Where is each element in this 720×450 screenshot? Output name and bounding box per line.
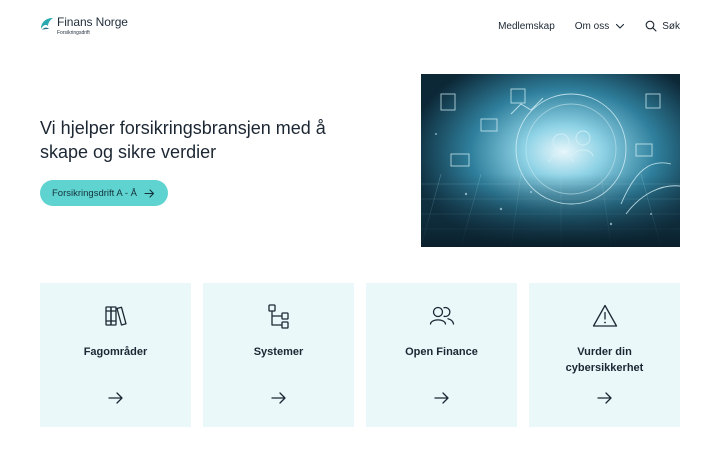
- logo-text: Finans Norge Forsikringsdrift: [57, 15, 128, 37]
- card-title: Open Finance: [405, 346, 478, 358]
- chevron-down-icon: [616, 23, 625, 29]
- logo[interactable]: Finans Norge Forsikringsdrift: [40, 16, 128, 36]
- nav-search[interactable]: Søk: [645, 20, 680, 32]
- hero-title: Vi hjelper forsikringsbransjen med å ska…: [40, 118, 326, 162]
- nav-medlemskap[interactable]: Medlemskap: [498, 21, 555, 32]
- nav-search-label: Søk: [662, 20, 680, 32]
- card-title: Systemer: [253, 346, 304, 358]
- arrow-right-icon: [270, 392, 286, 404]
- card-title: Fagområder: [83, 346, 148, 358]
- card-systemer[interactable]: Systemer: [203, 283, 354, 427]
- card-open-finance[interactable]: Open Finance: [366, 283, 517, 427]
- hierarchy-icon: [267, 304, 289, 329]
- hero-image: [421, 74, 680, 247]
- logo-name: Finans Norge: [57, 15, 128, 29]
- forsikringsdrift-a-a-button[interactable]: Forsikringsdrift A - Å: [40, 180, 168, 206]
- nav-medlemskap-label: Medlemskap: [498, 20, 555, 32]
- digital-hand-illustration: [421, 74, 680, 247]
- finans-norge-logo-icon: [41, 18, 53, 30]
- main-nav: Medlemskap Om oss Søk: [498, 18, 680, 34]
- nav-om-oss-label: Om oss: [574, 20, 610, 32]
- logo-subtitle: Forsikringsdrift: [57, 30, 90, 36]
- warning-icon: [592, 304, 617, 327]
- arrow-right-icon: [144, 188, 155, 198]
- search-icon: [645, 20, 657, 32]
- arrow-right-icon: [596, 392, 612, 404]
- hero-button-label: Forsikringsdrift A - Å: [52, 187, 137, 199]
- nav-om-oss[interactable]: Om oss: [575, 21, 625, 32]
- card-grid: Fagområder Systemer Open Finance Vurder …: [40, 283, 680, 427]
- card-fagomrader[interactable]: Fagområder: [40, 283, 191, 427]
- site-header: Finans Norge Forsikringsdrift Medlemskap…: [0, 0, 720, 54]
- arrow-right-icon: [107, 392, 123, 404]
- card-cybersikkerhet[interactable]: Vurder din cybersikkerhet: [529, 283, 680, 427]
- arrow-right-icon: [433, 392, 449, 404]
- books-icon: [104, 306, 127, 326]
- card-title: Vurder din cybersikkerhet: [565, 346, 644, 374]
- users-icon: [429, 306, 454, 325]
